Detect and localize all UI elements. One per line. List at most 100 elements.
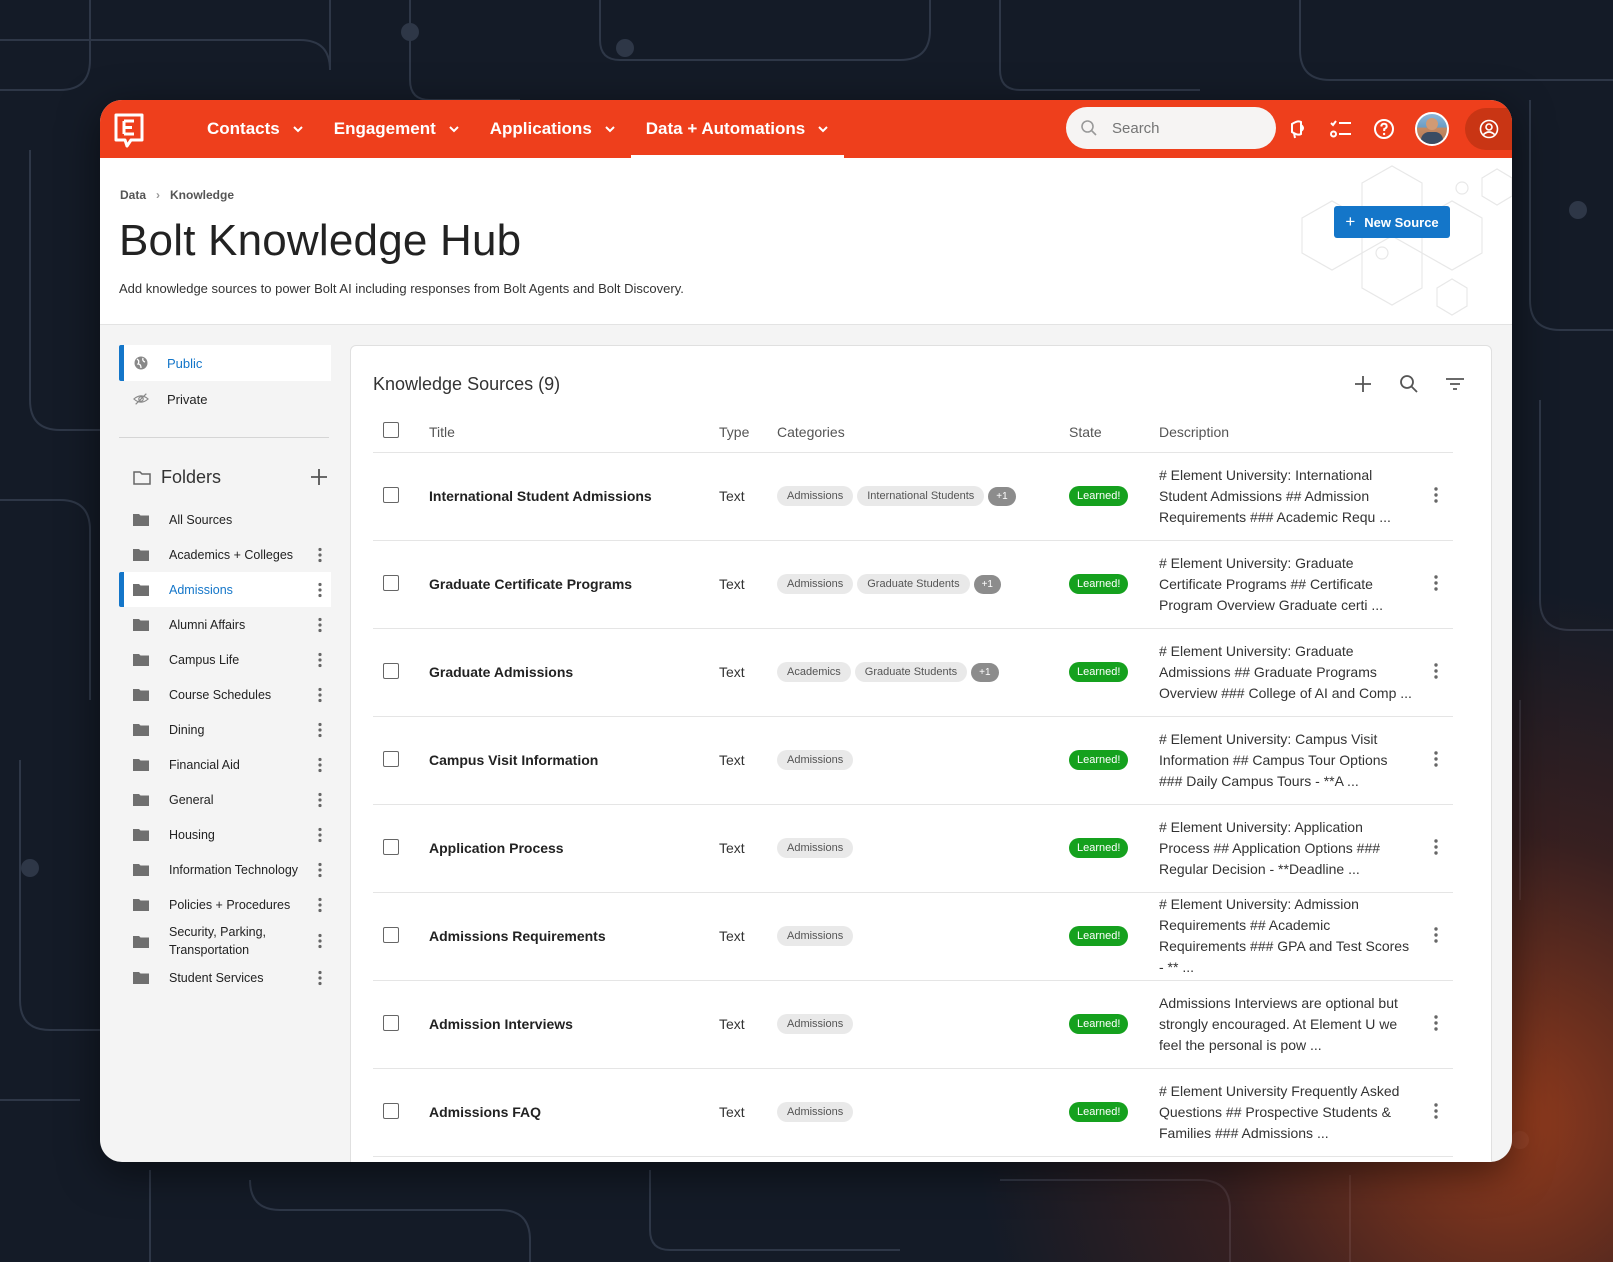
table-row[interactable]: Admissions Requirements Text Admissions Lea… <box>373 892 1453 981</box>
folder-menu-icon[interactable] <box>317 792 323 808</box>
source-title[interactable]: International Student Admissions <box>429 452 719 541</box>
select-all-checkbox[interactable] <box>383 422 399 439</box>
row-checkbox[interactable] <box>383 750 399 767</box>
source-title[interactable]: Admission Interviews <box>429 980 719 1069</box>
folder-item[interactable]: Course Schedules <box>119 677 331 712</box>
avatar[interactable] <box>1415 112 1449 146</box>
folder-item[interactable]: Campus Life <box>119 642 331 677</box>
folder-item[interactable]: Information Technology <box>119 852 331 887</box>
row-checkbox[interactable] <box>383 838 399 855</box>
folder-menu-icon[interactable] <box>317 933 323 949</box>
folder-menu-icon[interactable] <box>317 687 323 703</box>
search-sources-icon[interactable] <box>1397 372 1421 396</box>
row-menu-icon[interactable] <box>1433 750 1439 768</box>
column-state[interactable]: State <box>1069 412 1159 453</box>
folder-menu-icon[interactable] <box>317 970 323 986</box>
row-checkbox[interactable] <box>383 926 399 943</box>
folder-menu-icon[interactable] <box>317 652 323 668</box>
row-menu-icon[interactable] <box>1433 838 1439 856</box>
source-title[interactable]: Application Process <box>429 804 719 893</box>
folder-item[interactable]: Dining <box>119 712 331 747</box>
table-row[interactable]: Graduate Certificate Programs Text Admissi… <box>373 540 1453 629</box>
folder-menu-icon[interactable] <box>317 722 323 738</box>
row-menu-icon[interactable] <box>1433 662 1439 680</box>
folder-item[interactable]: Policies + Procedures <box>119 887 331 922</box>
folder-menu-icon[interactable] <box>317 582 323 598</box>
element-logo-icon[interactable] <box>112 110 146 148</box>
folder-item[interactable]: Admissions <box>119 572 331 607</box>
table-row[interactable]: Campus Visit Information Text Admissions Le… <box>373 716 1453 805</box>
add-folder-icon[interactable] <box>309 467 329 487</box>
table-row[interactable]: International Student Admissions Text Admi… <box>373 452 1453 541</box>
filter-icon[interactable] <box>1443 372 1467 396</box>
folder-item[interactable]: Student Services <box>119 960 331 995</box>
new-source-button[interactable]: + New Source <box>1334 206 1450 238</box>
folder-menu-icon[interactable] <box>317 862 323 878</box>
row-menu-icon[interactable] <box>1433 486 1439 504</box>
category-chip: Graduate Students <box>857 574 970 594</box>
eye-off-icon <box>133 391 149 407</box>
user-account-button[interactable] <box>1465 108 1512 150</box>
source-title[interactable]: Graduate Certificate Programs <box>429 540 719 629</box>
breadcrumb-data[interactable]: Data <box>120 188 146 202</box>
task-list-icon[interactable] <box>1329 117 1353 141</box>
folder-item[interactable]: General <box>119 782 331 817</box>
nav-data-automations[interactable]: Data + Automations <box>630 100 845 158</box>
visibility-private[interactable]: Private <box>119 381 331 417</box>
nav-applications-label: Applications <box>489 119 592 138</box>
folder-item[interactable]: Alumni Affairs <box>119 607 331 642</box>
column-type[interactable]: Type <box>719 412 777 453</box>
row-checkbox[interactable] <box>383 574 399 591</box>
help-icon[interactable] <box>1372 117 1396 141</box>
source-type: Text <box>719 540 777 629</box>
folder-item[interactable]: Housing <box>119 817 331 852</box>
announcements-icon[interactable] <box>1286 117 1310 141</box>
column-description[interactable]: Description <box>1159 412 1419 453</box>
nav-applications[interactable]: Applications <box>475 100 631 158</box>
status-badge: Learned! <box>1069 1102 1129 1122</box>
row-checkbox[interactable] <box>383 662 399 679</box>
row-checkbox[interactable] <box>383 1014 399 1031</box>
folder-item[interactable]: Security, Parking, Transportation <box>119 922 331 960</box>
column-actions <box>1419 412 1453 453</box>
folder-item[interactable]: Financial Aid <box>119 747 331 782</box>
chevron-down-icon <box>449 126 459 133</box>
folder-menu-icon[interactable] <box>317 757 323 773</box>
row-actions-cell <box>1419 452 1453 541</box>
source-title[interactable]: Campus Visit Information <box>429 716 719 805</box>
knowledge-sources-card: Knowledge Sources (9) Title Type Categor… <box>350 345 1492 1162</box>
folder-menu-icon[interactable] <box>317 617 323 633</box>
row-menu-icon[interactable] <box>1433 926 1439 944</box>
folder-menu-icon[interactable] <box>317 827 323 843</box>
row-menu-icon[interactable] <box>1433 1014 1439 1032</box>
add-source-icon[interactable] <box>1351 372 1375 396</box>
column-title[interactable]: Title <box>429 412 719 453</box>
more-categories-chip[interactable]: +1 <box>971 663 999 682</box>
folder-icon <box>133 619 149 631</box>
table-row[interactable]: Application Process Text Admissions Learned… <box>373 804 1453 893</box>
table-row[interactable]: Admissions FAQ Text Admissions Learned! # El… <box>373 1068 1453 1157</box>
search-input[interactable] <box>1112 119 1252 137</box>
source-title[interactable]: Admissions FAQ <box>429 1068 719 1157</box>
table-row[interactable]: Admission Interviews Text Admissions Learne… <box>373 980 1453 1069</box>
folder-menu-icon[interactable] <box>317 547 323 563</box>
row-menu-icon[interactable] <box>1433 1102 1439 1120</box>
source-title[interactable]: Admissions Requirements <box>429 892 719 981</box>
nav-contacts[interactable]: Contacts <box>192 100 319 158</box>
more-categories-chip[interactable]: +1 <box>973 575 1001 594</box>
folder-menu-icon[interactable] <box>317 897 323 913</box>
folder-item[interactable]: All Sources <box>119 502 331 537</box>
more-categories-chip[interactable]: +1 <box>988 487 1016 506</box>
folder-item[interactable]: Academics + Colleges <box>119 537 331 572</box>
nav-engagement[interactable]: Engagement <box>319 100 475 158</box>
row-menu-icon[interactable] <box>1433 574 1439 592</box>
source-title[interactable]: Graduate Admissions <box>429 628 719 717</box>
column-categories[interactable]: Categories <box>777 412 1069 453</box>
table-row[interactable]: Graduate Admissions Text Academics Graduate… <box>373 628 1453 717</box>
source-categories: Admissions <box>777 892 1069 981</box>
status-badge: Learned! <box>1069 574 1129 594</box>
row-checkbox[interactable] <box>383 486 399 503</box>
row-checkbox[interactable] <box>383 1102 399 1119</box>
visibility-public[interactable]: Public <box>119 345 331 381</box>
global-search[interactable] <box>1066 107 1276 149</box>
